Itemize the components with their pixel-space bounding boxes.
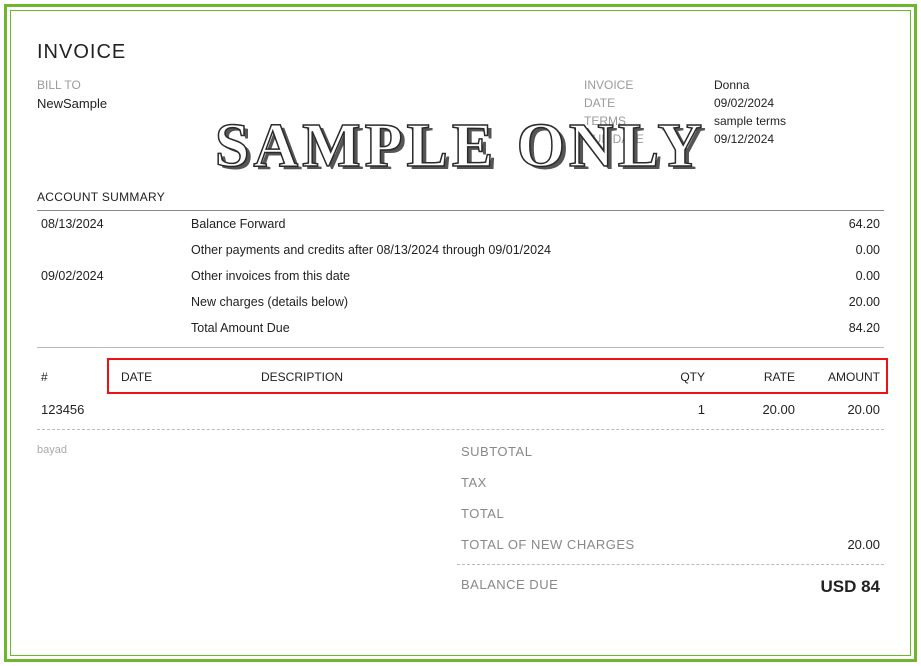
summary-amount: 0.00 [794,263,884,289]
info-due-value: 09/12/2024 [714,132,884,146]
header-row: BILL TO NewSample INVOICE Donna DATE 09/… [37,78,884,150]
total-label: TOTAL [461,506,770,521]
col-header-date: DATE [117,362,257,392]
info-terms-label: TERMS [584,114,714,128]
col-header-num: # [37,362,117,392]
summary-row: 09/02/2024 Other invoices from this date… [37,263,884,289]
subtotal-value [770,444,880,459]
col-header-rate: RATE [709,362,799,392]
info-due-label: DUE DATE [584,132,714,146]
info-date-label: DATE [584,96,714,110]
info-row-due: DUE DATE 09/12/2024 [584,132,884,146]
summary-amount: 0.00 [794,237,884,263]
dashed-divider [37,429,884,430]
footer-note: bayad [37,436,237,605]
info-date-value: 09/02/2024 [714,96,884,110]
info-terms-value: sample terms [714,114,884,128]
document-title: INVOICE [37,41,884,64]
balance-due-row: BALANCE DUE USD 84 [457,569,884,605]
line-amount: 20.00 [799,392,884,425]
summary-desc: Balance Forward [187,211,794,237]
line-qty: 1 [639,392,709,425]
subtotal-label: SUBTOTAL [461,444,770,459]
total-value [770,506,880,521]
subtotal-row: SUBTOTAL [457,436,884,467]
total-row: TOTAL [457,498,884,529]
divider [37,347,884,348]
summary-row: Total Amount Due 84.20 [37,315,884,341]
tax-label: TAX [461,475,770,490]
info-invoice-label: INVOICE [584,78,714,92]
totals-area: bayad SUBTOTAL TAX TOTAL TOTAL OF NEW CH… [37,436,884,605]
summary-desc: Total Amount Due [187,315,794,341]
line-header-row: # DATE DESCRIPTION QTY RATE AMOUNT [37,362,884,392]
summary-amount: 20.00 [794,289,884,315]
summary-date: 08/13/2024 [37,211,187,237]
totals-column: SUBTOTAL TAX TOTAL TOTAL OF NEW CHARGES … [457,436,884,605]
line-item-row: 123456 1 20.00 20.00 [37,392,884,425]
summary-date [37,289,187,315]
line-date [117,392,257,425]
balance-due-value: USD 84 [770,577,880,597]
col-header-amount: AMOUNT [799,362,884,392]
line-items-header-wrap: # DATE DESCRIPTION QTY RATE AMOUNT 12345… [37,362,884,425]
summary-row: New charges (details below) 20.00 [37,289,884,315]
summary-date [37,315,187,341]
outer-frame: SAMPLE ONLY INVOICE BILL TO NewSample IN… [4,4,917,662]
info-row-date: DATE 09/02/2024 [584,96,884,110]
summary-desc: Other payments and credits after 08/13/2… [187,237,794,263]
header-spacer [317,78,584,150]
summary-amount: 64.20 [794,211,884,237]
summary-desc: Other invoices from this date [187,263,794,289]
info-row-terms: TERMS sample terms [584,114,884,128]
info-invoice-value: Donna [714,78,884,92]
dashed-divider [457,564,884,565]
col-header-qty: QTY [639,362,709,392]
new-charges-row: TOTAL OF NEW CHARGES 20.00 [457,529,884,560]
summary-amount: 84.20 [794,315,884,341]
invoice-info-block: INVOICE Donna DATE 09/02/2024 TERMS samp… [584,78,884,150]
new-charges-label: TOTAL OF NEW CHARGES [461,537,770,552]
inner-frame: SAMPLE ONLY INVOICE BILL TO NewSample IN… [10,10,911,656]
bill-to-label: BILL TO [37,78,317,92]
new-charges-value: 20.00 [770,537,880,552]
col-header-desc: DESCRIPTION [257,362,639,392]
balance-due-label: BALANCE DUE [461,577,770,597]
account-summary-heading: ACCOUNT SUMMARY [37,190,884,204]
bill-to-block: BILL TO NewSample [37,78,317,150]
summary-row: Other payments and credits after 08/13/2… [37,237,884,263]
bill-to-name: NewSample [37,96,317,111]
info-row-invoice: INVOICE Donna [584,78,884,92]
tax-row: TAX [457,467,884,498]
tax-value [770,475,880,490]
account-summary-table: 08/13/2024 Balance Forward 64.20 Other p… [37,211,884,341]
summary-date [37,237,187,263]
line-desc [257,392,639,425]
summary-desc: New charges (details below) [187,289,794,315]
line-items-table: # DATE DESCRIPTION QTY RATE AMOUNT 12345… [37,362,884,425]
line-rate: 20.00 [709,392,799,425]
line-num: 123456 [37,392,117,425]
summary-date: 09/02/2024 [37,263,187,289]
summary-row: 08/13/2024 Balance Forward 64.20 [37,211,884,237]
